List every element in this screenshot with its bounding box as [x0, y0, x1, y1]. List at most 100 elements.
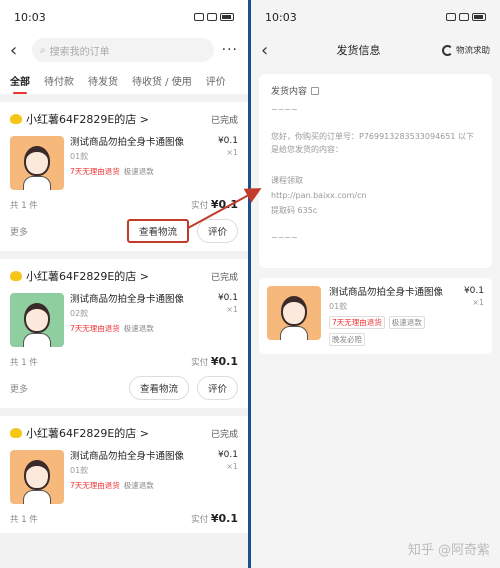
shop-name[interactable]: 小红薯64F2829E的店 >: [26, 268, 149, 284]
refund-tag: 极速退款: [123, 324, 154, 333]
more-link[interactable]: 更多: [10, 382, 28, 395]
product-thumbnail[interactable]: [10, 293, 64, 347]
order-card[interactable]: 小红薯64F2829E的店 > 已完成 测试商品勿拍全身卡通图像 01款 7天无理由退…: [0, 102, 248, 251]
product-qty: ×1: [226, 462, 238, 471]
top-nav: ‹ ⌕ 搜索我的订单 ···: [0, 34, 248, 66]
battery-icon: [472, 13, 486, 21]
product-price: ¥0.1: [217, 450, 238, 460]
paid-amount: ¥0.1: [210, 355, 238, 368]
product-card[interactable]: 测试商品勿拍全身卡通图像 01款 7天无理由退货 极速退款晚发必赔 ¥0.1 ×1: [259, 278, 492, 354]
dash-line: ~~~~: [271, 105, 298, 114]
tab-to-receive[interactable]: 待收货 / 使用: [132, 73, 192, 88]
order-state: 已完成: [210, 272, 238, 283]
view-logistics-button[interactable]: 查看物流: [128, 376, 189, 400]
refresh-icon: [441, 44, 453, 56]
product-qty: ×1: [472, 298, 484, 307]
shipping-content-card: 发货内容 ~~~~ 您好，你购买的订单号：P769913283533094651…: [259, 74, 492, 268]
order-card[interactable]: 小红薯64F2829E的店 > 已完成 测试商品勿拍全身卡通图像 01款 7天无理由退…: [0, 416, 248, 533]
status-bar: 10:03: [0, 0, 248, 34]
top-nav: ‹ 发货信息 物流求助: [251, 34, 500, 66]
order-state: 已完成: [210, 429, 238, 440]
product-qty: ×1: [226, 148, 238, 157]
signal-icon: [446, 13, 456, 21]
help-label: 物流求助: [455, 46, 490, 56]
paid-label: 实付: [191, 358, 209, 368]
paid-amount: ¥0.1: [210, 512, 238, 525]
refund-tag: 极速退款: [388, 316, 425, 329]
return-tag: 7天无理由退货: [70, 481, 120, 490]
status-icons: [194, 13, 234, 21]
shop-logo-icon: [10, 114, 22, 124]
view-logistics-button[interactable]: 查看物流: [126, 219, 189, 243]
late-compensation-tag: 晚发必赔: [329, 333, 365, 346]
shipping-info-screen: 10:03 ‹ 发货信息 物流求助 发货内容 ~~~~ 您好，你购买的订单号：P…: [251, 0, 500, 568]
watermark: 知乎 @阿奇紫: [407, 543, 490, 558]
tab-all[interactable]: 全部: [10, 73, 30, 94]
item-count: 共 1 件: [10, 200, 38, 211]
product-spec: 01款: [329, 302, 348, 311]
back-icon[interactable]: ‹: [261, 40, 275, 61]
item-count: 共 1 件: [10, 514, 38, 525]
shop-name[interactable]: 小红薯64F2829E的店 >: [26, 425, 149, 441]
product-thumbnail[interactable]: [267, 286, 321, 340]
product-price: ¥0.1: [217, 293, 238, 303]
battery-icon: [220, 13, 234, 21]
url-link[interactable]: http://pan.baixx.com/cn: [271, 189, 480, 202]
product-qty: ×1: [226, 305, 238, 314]
product-thumbnail[interactable]: [10, 450, 64, 504]
shop-logo-icon: [10, 271, 22, 281]
wifi-icon: [207, 13, 217, 21]
item-count: 共 1 件: [10, 357, 38, 368]
back-icon[interactable]: ‹: [10, 40, 24, 61]
screenshot-root: 10:03 ‹ ⌕ 搜索我的订单 ··· 全部 待付款 待发货 待收货 / 使用 …: [0, 0, 500, 568]
return-tag: 7天无理由退货: [329, 316, 385, 329]
product-title: 测试商品勿拍全身卡通图像: [70, 451, 185, 462]
product-spec: 01款: [70, 152, 89, 161]
product-title: 测试商品勿拍全身卡通图像: [329, 287, 444, 298]
paid-amount: ¥0.1: [210, 198, 238, 211]
product-price: ¥0.1: [217, 136, 238, 146]
tab-review[interactable]: 评价: [206, 73, 226, 88]
product-spec: 01款: [70, 466, 89, 475]
search-icon: ⌕: [40, 44, 46, 56]
product-title: 测试商品勿拍全身卡通图像: [70, 294, 185, 305]
signal-icon: [194, 13, 204, 21]
clock: 10:03: [265, 10, 297, 24]
clock: 10:03: [14, 10, 46, 24]
wifi-icon: [459, 13, 469, 21]
order-state: 已完成: [210, 115, 238, 126]
paid-label: 实付: [191, 201, 209, 211]
product-spec: 02款: [70, 309, 89, 318]
search-placeholder: 搜索我的订单: [49, 46, 110, 58]
review-button[interactable]: 评价: [196, 219, 238, 243]
page-title: 发货信息: [336, 44, 381, 57]
order-card[interactable]: 小红薯64F2829E的店 > 已完成 测试商品勿拍全身卡通图像 02款 7天无理由退…: [0, 259, 248, 408]
return-tag: 7天无理由退货: [70, 167, 120, 176]
orders-screen: 10:03 ‹ ⌕ 搜索我的订单 ··· 全部 待付款 待发货 待收货 / 使用 …: [0, 0, 248, 568]
refund-tag: 极速退款: [123, 167, 154, 176]
logistics-help-button[interactable]: 物流求助: [441, 44, 490, 56]
course-text: 课程领取: [271, 176, 303, 185]
product-thumbnail[interactable]: [10, 136, 64, 190]
copy-icon[interactable]: [311, 86, 320, 95]
return-tag: 7天无理由退货: [70, 324, 120, 333]
product-price: ¥0.1: [463, 286, 484, 296]
dash-line: ~~~~: [271, 233, 298, 242]
search-input[interactable]: ⌕ 搜索我的订单: [32, 38, 214, 62]
paid-label: 实付: [191, 515, 209, 525]
more-icon[interactable]: ···: [222, 42, 238, 58]
status-icons: [446, 13, 486, 21]
content-label: 发货内容: [271, 87, 308, 97]
order-tabs: 全部 待付款 待发货 待收货 / 使用 评价: [0, 66, 248, 94]
shop-name[interactable]: 小红薯64F2829E的店 >: [26, 111, 149, 127]
tab-to-ship[interactable]: 待发货: [88, 73, 118, 88]
message-text: 您好，你购买的订单号：P769913283533094651 以下是给您发货的内…: [271, 132, 474, 154]
refund-tag: 极速退款: [123, 481, 154, 490]
shop-logo-icon: [10, 428, 22, 438]
product-title: 测试商品勿拍全身卡通图像: [70, 137, 185, 148]
tab-unpaid[interactable]: 待付款: [44, 73, 74, 88]
more-link[interactable]: 更多: [10, 225, 28, 238]
code-text: 提取码 635c: [271, 206, 318, 215]
review-button[interactable]: 评价: [196, 376, 238, 400]
status-bar: 10:03: [251, 0, 500, 34]
